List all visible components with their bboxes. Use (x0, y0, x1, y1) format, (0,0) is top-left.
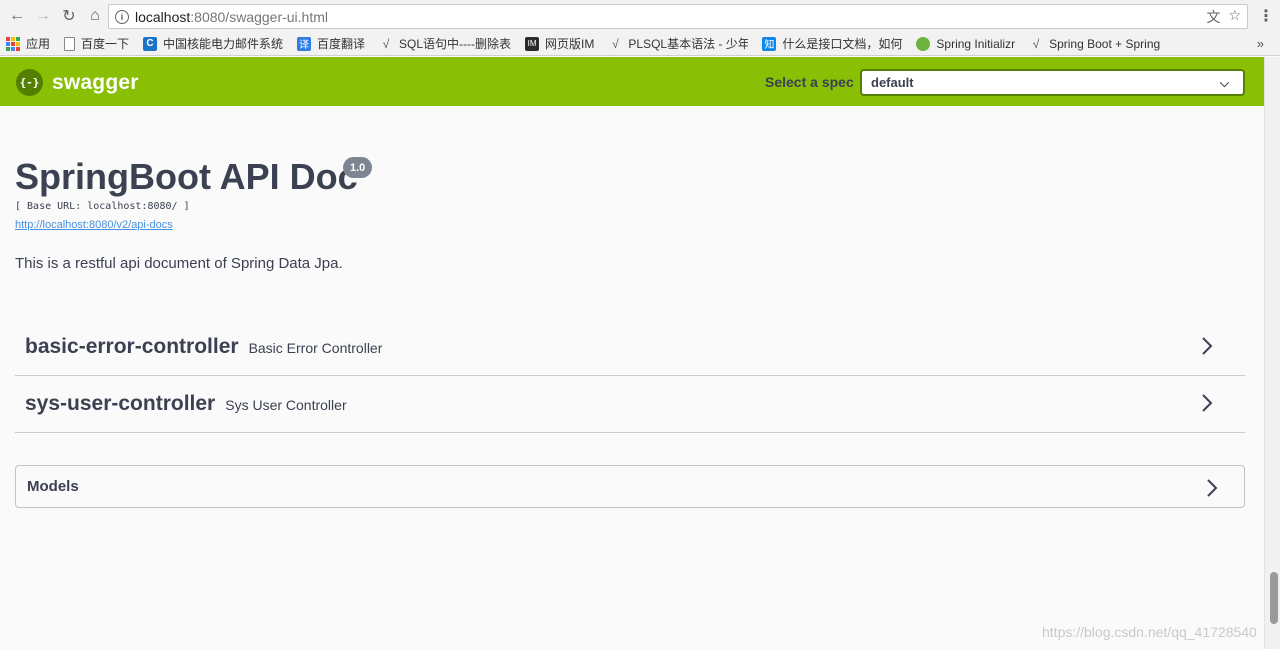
browser-menu-icon[interactable]: ⋮ (1258, 6, 1274, 26)
translate-icon[interactable]: 文 (1206, 7, 1220, 27)
bookmarks-bar: 应用 百度一下 C 中国核能电力邮件系统 译 百度翻译 √ SQL语句中----… (0, 32, 1280, 56)
browser-toolbar: ← → ↻ ⌂ i localhost:8080/swagger-ui.html… (0, 0, 1280, 32)
bookmark-label: 中国核能电力邮件系统 (163, 37, 284, 51)
bookmark-label: 网页版IM (545, 37, 595, 51)
zhihu-icon: 知 (762, 36, 777, 51)
site-info-icon[interactable]: i (115, 9, 129, 24)
address-bar[interactable]: i localhost:8080/swagger-ui.html 文 ☆ (108, 4, 1248, 29)
translate-icon: 译 (297, 36, 312, 51)
swagger-logo[interactable]: {-} swagger (16, 69, 139, 96)
apps-grid-icon (6, 36, 20, 51)
bookmark-label: 什么是接口文档，如何 (782, 37, 903, 51)
chevron-right-icon (1207, 479, 1218, 497)
bookmark-label: PLSQL基本语法 - 少年 (628, 37, 749, 51)
star-icon[interactable]: ☆ (1228, 7, 1241, 27)
models-label: Models (27, 478, 79, 495)
bookmark-baidu[interactable]: 百度一下 (64, 35, 129, 52)
models-section[interactable]: Models (15, 465, 1245, 508)
more-bookmarks-icon[interactable]: » (1257, 36, 1264, 51)
swagger-logo-icon: {-} (16, 69, 43, 96)
forward-icon[interactable]: → (30, 3, 56, 29)
csdn-icon: √ (1032, 36, 1040, 51)
version-badge: 1.0 (343, 157, 373, 178)
url-path: :8080/swagger-ui.html (190, 8, 329, 25)
page-scrollbar[interactable] (1264, 57, 1280, 649)
bookmark-label: 应用 (26, 37, 51, 51)
api-description: This is a restful api document of Spring… (15, 255, 343, 272)
bookmark-zhihu[interactable]: 知 什么是接口文档，如何 (762, 35, 902, 52)
csdn-icon: √ (612, 36, 619, 51)
scrollbar-thumb[interactable] (1270, 572, 1278, 624)
swagger-topbar: {-} swagger Select a spec default ⌵ (0, 57, 1264, 106)
chevron-down-icon: ⌵ (1219, 76, 1229, 90)
bookmark-fanyi[interactable]: 译 百度翻译 (297, 35, 365, 52)
controller-description: Sys User Controller (225, 397, 347, 413)
chevron-right-icon (1202, 394, 1213, 412)
spring-icon (916, 36, 931, 51)
spec-select[interactable]: default ⌵ (860, 69, 1245, 96)
back-icon[interactable]: ← (4, 3, 30, 29)
spec-selected-value: default (871, 75, 914, 90)
bookmark-label: Spring Initializr (936, 36, 1016, 51)
bookmark-im[interactable]: IM 网页版IM (525, 35, 594, 52)
im-icon: IM (525, 36, 540, 51)
controller-sys-user[interactable]: sys-user-controller Sys User Controller (15, 375, 1245, 433)
home-icon[interactable]: ⌂ (82, 3, 108, 29)
reload-icon[interactable]: ↻ (56, 3, 82, 29)
spec-label: Select a spec (765, 74, 854, 90)
bookmark-spring-initializr[interactable]: Spring Initializr (916, 36, 1016, 51)
controller-name: basic-error-controller (25, 334, 239, 358)
swagger-logo-text: swagger (52, 70, 139, 94)
bookmark-label: Spring Boot + Spring (1049, 36, 1161, 51)
bookmark-apps[interactable]: 应用 (6, 35, 50, 52)
csdn-icon: √ (382, 36, 390, 51)
page-icon (64, 36, 76, 51)
bookmark-spring-boot[interactable]: √ Spring Boot + Spring (1029, 37, 1160, 51)
c-logo-icon: C (143, 36, 158, 51)
watermark: https://blog.csdn.net/qq_41728540 (1042, 624, 1257, 640)
controller-basic-error[interactable]: basic-error-controller Basic Error Contr… (15, 318, 1245, 376)
bookmark-plsql[interactable]: √ PLSQL基本语法 - 少年 (608, 35, 748, 52)
base-url: [ Base URL: localhost:8080/ ] (15, 201, 190, 212)
api-title: SpringBoot API Doc (15, 156, 358, 197)
bookmark-label: SQL语句中----删除表 (399, 37, 512, 51)
bookmark-label: 百度翻译 (317, 37, 366, 51)
bookmark-mail[interactable]: C 中国核能电力邮件系统 (143, 35, 283, 52)
url-host: localhost (135, 8, 191, 25)
bookmark-label: 百度一下 (81, 37, 130, 51)
controller-description: Basic Error Controller (248, 340, 383, 356)
controller-name: sys-user-controller (25, 391, 216, 415)
chevron-right-icon (1202, 337, 1213, 355)
api-docs-link[interactable]: http://localhost:8080/v2/api-docs (15, 219, 173, 231)
bookmark-sql[interactable]: √ SQL语句中----删除表 (379, 35, 511, 52)
